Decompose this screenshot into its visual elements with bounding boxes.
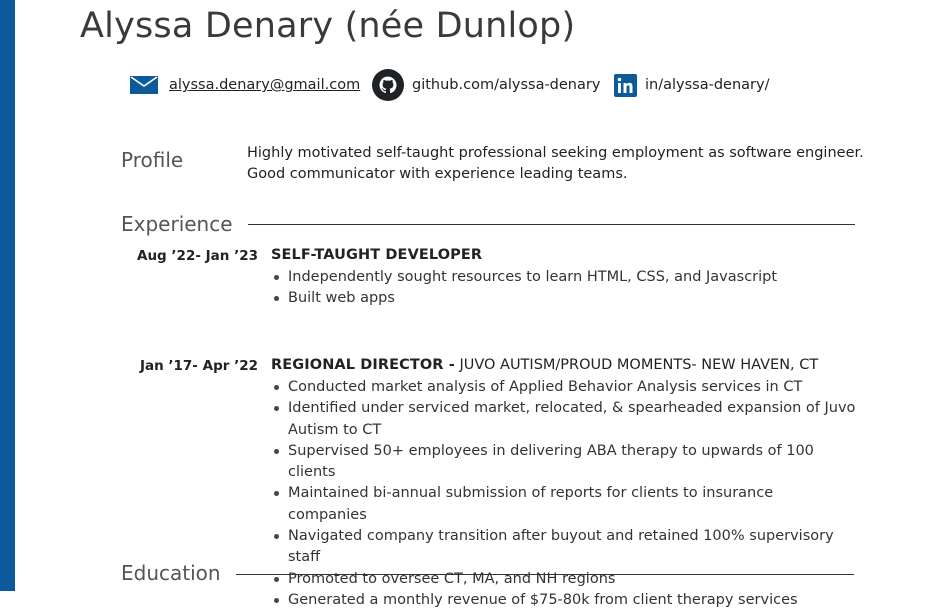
list-item: Maintained bi-annual submission of repor… — [271, 483, 856, 526]
github-icon — [372, 69, 404, 101]
education-heading: Education — [121, 561, 221, 585]
profile-text: Highly motivated self-taught professiona… — [247, 145, 864, 182]
experience-divider — [248, 224, 855, 225]
job-role: REGIONAL DIRECTOR - — [271, 357, 455, 373]
left-accent-bar — [0, 0, 15, 591]
job-org: JUVO AUTISM/PROUD MOMENTS- NEW HAVEN, CT — [454, 357, 819, 373]
contact-email[interactable]: alyssa.denary@gmail.com — [130, 68, 360, 102]
email-link[interactable]: alyssa.denary@gmail.com — [169, 77, 360, 93]
list-item: Navigated company transition after buyou… — [271, 526, 856, 569]
list-item: Supervised 50+ employees in delivering A… — [271, 441, 856, 484]
contact-linkedin[interactable]: in/alyssa-denary/ — [614, 68, 769, 102]
job-role: SELF-TAUGHT DEVELOPER — [271, 247, 483, 263]
job-bullets: Independently sought resources to learn … — [271, 267, 856, 310]
list-item: Independently sought resources to learn … — [271, 267, 856, 288]
job-dates: Aug ’22- Jan ’23 — [137, 248, 258, 264]
list-item: Built web apps — [271, 288, 856, 309]
resume-name: Alyssa Denary (née Dunlop) — [80, 6, 576, 46]
linkedin-icon — [614, 73, 637, 97]
job-title: REGIONAL DIRECTOR - JUVO AUTISM/PROUD MO… — [271, 357, 818, 373]
contact-github[interactable]: github.com/alyssa-denary — [372, 68, 600, 102]
job-bullets: Conducted market analysis of Applied Beh… — [271, 377, 856, 611]
github-link[interactable]: github.com/alyssa-denary — [412, 77, 600, 93]
education-divider — [236, 574, 854, 575]
list-item: Identified under serviced market, reloca… — [271, 398, 856, 441]
list-item: Conducted market analysis of Applied Beh… — [271, 377, 856, 398]
linkedin-link[interactable]: in/alyssa-denary/ — [645, 77, 769, 93]
list-item: Generated a monthly revenue of $75-80k f… — [271, 590, 856, 611]
job-title: SELF-TAUGHT DEVELOPER — [271, 247, 482, 263]
experience-heading: Experience — [121, 212, 233, 236]
envelope-icon — [130, 76, 158, 94]
list-item: Promoted to oversee CT, MA, and NH regio… — [271, 569, 856, 590]
job-dates: Jan ’17- Apr ’22 — [139, 358, 258, 374]
profile-heading: Profile — [121, 148, 184, 172]
